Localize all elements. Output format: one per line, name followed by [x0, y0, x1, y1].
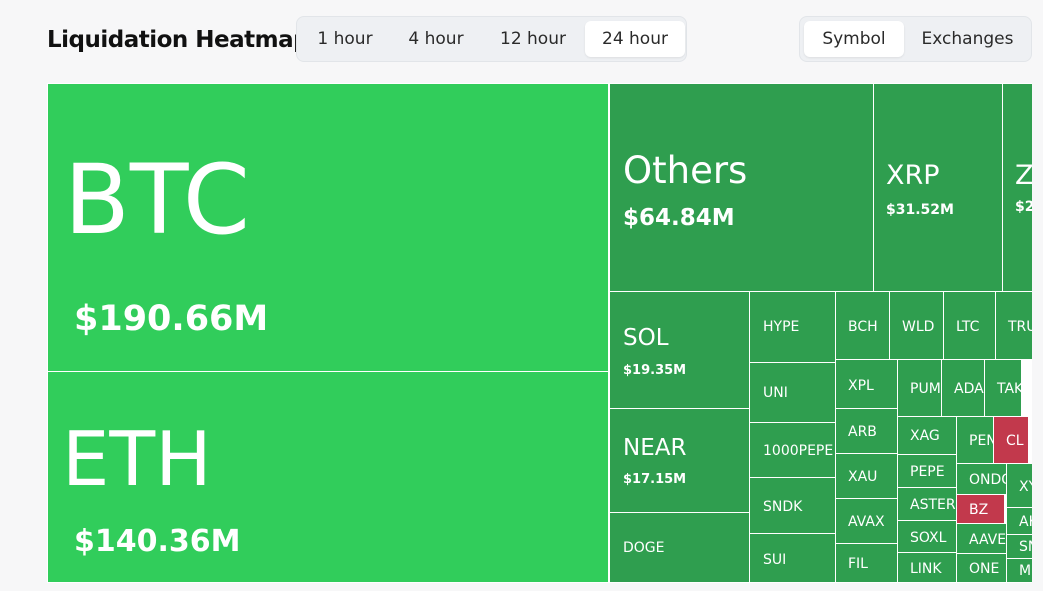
tile-symbol: PEN — [969, 433, 994, 449]
tile-hype[interactable]: HYPE — [749, 291, 836, 363]
tile-symbol: PUM — [910, 381, 941, 397]
tile-symbol: XPL — [848, 378, 874, 394]
tile-symbol: ONE — [969, 561, 1000, 577]
tile-symbol: XAU — [848, 469, 878, 485]
tile-1000pepe[interactable]: 1000PEPE — [749, 422, 836, 478]
tile-symbol: XRP — [886, 160, 940, 191]
tile-symbol: PEPE — [910, 464, 945, 480]
liquidation-treemap: BTC $190.66M ETH $140.36M Others $64.84M… — [47, 83, 1032, 583]
tile-symbol: Others — [623, 149, 748, 192]
tile-ltc[interactable]: LTC — [943, 291, 996, 360]
tile-aster[interactable]: ASTER — [897, 487, 957, 521]
tile-mi[interactable]: MI — [1006, 558, 1032, 583]
tile-symbol: XY — [1019, 479, 1032, 495]
tile-btc[interactable]: BTC $190.66M — [47, 83, 609, 372]
tile-bz[interactable]: BZ — [956, 494, 1005, 524]
group-by-filter: Symbol Exchanges — [799, 16, 1032, 62]
tile-symbol: AVAX — [848, 514, 885, 530]
tile-pum[interactable]: PUM — [897, 359, 942, 417]
tile-symbol: DOGE — [623, 540, 665, 556]
tile-symbol: SN — [1019, 539, 1032, 555]
tile-value: $31.52M — [886, 202, 954, 218]
tile-value: $19.35M — [623, 363, 687, 378]
tile-doge[interactable]: DOGE — [609, 512, 750, 583]
tile-symbol: 1000PEPE — [763, 443, 834, 459]
tile-symbol: XAG — [910, 428, 940, 444]
tile-symbol: SUI — [763, 552, 787, 568]
tile-wld[interactable]: WLD — [889, 291, 944, 360]
tile-symbol: TAK — [997, 381, 1022, 397]
tile-symbol: LTC — [956, 319, 980, 335]
tile-avax[interactable]: AVAX — [835, 498, 898, 544]
group-option-exchanges[interactable]: Exchanges — [906, 21, 1029, 57]
tile-symbol: SOXL — [910, 530, 947, 546]
tile-eth[interactable]: ETH $140.36M — [47, 371, 609, 583]
tile-symbol: ASTER — [910, 497, 956, 513]
tile-value: $190.66M — [74, 299, 269, 339]
tile-symbol: HYPE — [763, 319, 800, 335]
tile-value: $64.84M — [623, 205, 735, 231]
tile-pen[interactable]: PEN — [956, 416, 994, 464]
tile-pepe[interactable]: PEPE — [897, 454, 957, 488]
tile-xpl[interactable]: XPL — [835, 359, 898, 409]
tile-symbol: NEAR — [623, 435, 687, 461]
tile-symbol: LINK — [910, 561, 942, 577]
tile-symbol: Z — [1015, 160, 1032, 191]
time-option-4h[interactable]: 4 hour — [392, 21, 480, 57]
tile-bch[interactable]: BCH — [835, 291, 890, 360]
tile-cl[interactable]: CL — [993, 416, 1029, 464]
tile-z[interactable]: Z $2 — [1002, 83, 1032, 292]
tile-symbol: UNI — [763, 385, 788, 401]
tile-symbol: BZ — [969, 502, 989, 518]
tile-ondo[interactable]: ONDO — [956, 463, 1007, 495]
tile-symbol: BTC — [64, 144, 250, 256]
time-option-1h[interactable]: 1 hour — [301, 21, 389, 57]
tile-aave[interactable]: AAVE — [956, 523, 1007, 554]
tile-symbol: CL — [1006, 433, 1024, 449]
tile-xrp[interactable]: XRP $31.52M — [873, 83, 1003, 292]
tile-symbol: ARB — [848, 424, 877, 440]
tile-xau[interactable]: XAU — [835, 453, 898, 499]
tile-symbol: WLD — [902, 319, 935, 335]
tile-value: $17.15M — [623, 472, 687, 487]
tile-sndk[interactable]: SNDK — [749, 477, 836, 534]
tile-sui[interactable]: SUI — [749, 533, 836, 583]
tile-others[interactable]: Others $64.84M — [609, 83, 874, 292]
tile-symbol: BCH — [848, 319, 878, 335]
tile-fil[interactable]: FIL — [835, 543, 898, 583]
page-title: Liquidation Heatmap — [47, 27, 310, 53]
tile-tru[interactable]: TRU — [995, 291, 1032, 360]
time-range-filter: 1 hour 4 hour 12 hour 24 hour — [296, 16, 687, 62]
tile-one[interactable]: ONE — [956, 553, 1007, 583]
tile-uni[interactable]: UNI — [749, 362, 836, 423]
tile-xy[interactable]: XY — [1006, 463, 1032, 508]
tile-symbol: SNDK — [763, 499, 803, 515]
tile-symbol: TRU — [1008, 319, 1032, 335]
tile-xag[interactable]: XAG — [897, 416, 957, 455]
tile-symbol: ONDO — [969, 472, 1006, 488]
tile-link[interactable]: LINK — [897, 552, 957, 583]
tile-near[interactable]: NEAR $17.15M — [609, 408, 750, 513]
time-option-24h[interactable]: 24 hour — [585, 21, 685, 57]
tile-sol[interactable]: SOL $19.35M — [609, 291, 750, 409]
time-option-12h[interactable]: 12 hour — [483, 21, 583, 57]
tile-symbol: FIL — [848, 556, 868, 572]
tile-symbol: SOL — [623, 325, 669, 351]
group-option-symbol[interactable]: Symbol — [804, 21, 904, 57]
tile-symbol: ETH — [62, 415, 212, 503]
tile-symbol: AAVE — [969, 532, 1007, 548]
tile-soxl[interactable]: SOXL — [897, 520, 957, 553]
tile-value: $140.36M — [74, 524, 241, 559]
tile-symbol: ADA — [954, 381, 984, 397]
tile-symbol: MI — [1019, 563, 1032, 579]
tile-symbol: AK — [1019, 514, 1032, 530]
tile-value: $2 — [1015, 199, 1032, 215]
tile-sn[interactable]: SN — [1006, 534, 1032, 559]
tile-arb[interactable]: ARB — [835, 408, 898, 454]
tile-ak[interactable]: AK — [1006, 507, 1032, 535]
tile-tak[interactable]: TAK — [984, 359, 1022, 417]
tile-ada[interactable]: ADA — [941, 359, 985, 417]
